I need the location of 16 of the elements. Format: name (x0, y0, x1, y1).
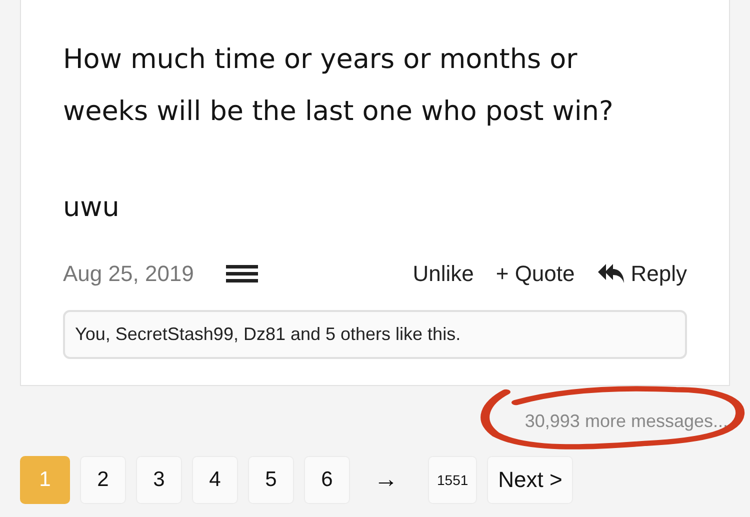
post-action-link[interactable]: + Quote (496, 261, 575, 287)
menu-icon[interactable] (226, 265, 258, 283)
page-button[interactable]: 3 (136, 456, 182, 504)
post-text: uwu (63, 191, 120, 225)
page-button[interactable]: 1551 (428, 456, 478, 504)
next-button[interactable]: Next > (487, 456, 574, 504)
page-button[interactable]: 2 (80, 456, 126, 504)
reply-link[interactable]: Reply (596, 261, 687, 287)
page-button[interactable]: 4 (192, 456, 238, 504)
likes-summary: You, SecretStash99, Dz81 and 5 others like this. (63, 310, 687, 359)
page-button[interactable]: 6 (304, 456, 350, 504)
post-text: How much time or years or months or weeks will be the last one who post win? (63, 43, 614, 129)
page-gap-arrow: → (374, 466, 398, 494)
post-date: Aug 25, 2019 (63, 261, 194, 287)
post-action-link[interactable]: Unlike (412, 261, 474, 287)
page-button[interactable]: 5 (248, 456, 294, 504)
